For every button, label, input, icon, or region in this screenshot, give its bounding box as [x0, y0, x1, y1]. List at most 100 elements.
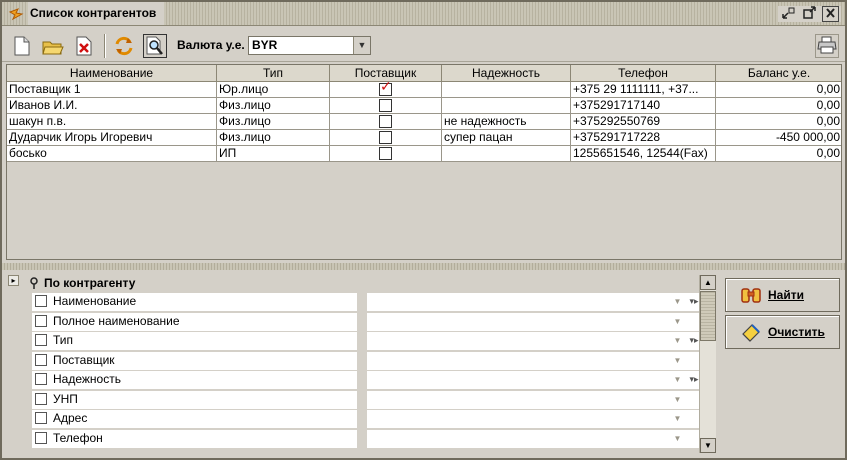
table-row[interactable]: Дударчик Игорь Игоревич Физ.лицо супер пац… — [7, 130, 841, 146]
collapse-toggle-icon[interactable]: ▸ — [8, 275, 19, 286]
table-cell-phone[interactable]: 1255651546, 12544(Fax) — [571, 146, 716, 162]
table-cell-reliability[interactable] — [442, 98, 571, 114]
filter-label-cell: Надежность — [32, 371, 357, 389]
filter-checkbox[interactable] — [35, 431, 47, 444]
table-cell-type[interactable]: Физ.лицо — [217, 114, 330, 130]
table-cell-supplier[interactable] — [330, 130, 442, 146]
table-cell-type[interactable]: Юр.лицо — [217, 82, 330, 98]
table-row[interactable]: босько ИП 1255651546, 12544(Fax) 0,00 — [7, 146, 841, 162]
table-cell-name[interactable]: шакун п.в. — [7, 114, 217, 130]
filter-value-input[interactable] — [367, 332, 703, 350]
column-header-name[interactable]: Наименование — [7, 65, 217, 82]
clear-button[interactable]: Очистить — [725, 315, 840, 349]
filter-value-input[interactable] — [367, 371, 703, 389]
supplier-checkbox[interactable] — [379, 82, 392, 96]
table-cell-name[interactable]: Поставщик 1 — [7, 82, 217, 98]
column-header-balance[interactable]: Баланс у.е. — [716, 65, 841, 82]
table-cell-type[interactable]: ИП — [217, 146, 330, 162]
table-cell-reliability[interactable] — [442, 82, 571, 98]
contractors-window: Список контрагентов Валюта у.е. BYR ▼ На… — [0, 0, 847, 460]
close-icon[interactable] — [822, 6, 839, 22]
new-icon[interactable] — [10, 34, 34, 58]
scroll-down-icon[interactable]: ▼ — [700, 438, 716, 453]
table-cell-balance[interactable]: -450 000,00 — [716, 130, 841, 146]
table-cell-balance[interactable]: 0,00 — [716, 98, 841, 114]
table-cell-phone[interactable]: +375291717228 — [571, 130, 716, 146]
contractors-grid[interactable]: Наименование Тип Поставщик Надежность Те… — [6, 64, 842, 260]
filter-value-input[interactable] — [367, 351, 703, 370]
filter-checkbox[interactable] — [35, 314, 47, 327]
table-cell-reliability[interactable]: не надежность — [442, 114, 571, 130]
table-cell-name[interactable]: Дударчик Игорь Игоревич — [7, 130, 217, 146]
table-cell-name[interactable]: босько — [7, 146, 217, 162]
column-header-type[interactable]: Тип — [217, 65, 330, 82]
filter-panel: ▸ По контрагенту Наименование ▼ ▾▸ Полное н… — [6, 273, 717, 456]
clear-button-label: Очистить — [768, 325, 825, 339]
table-row[interactable]: Поставщик 1Юр.лицо +375 29 1111111, +37..… — [7, 82, 841, 98]
filter-checkbox[interactable] — [35, 373, 47, 385]
panel-splitter[interactable] — [2, 263, 845, 270]
currency-select[interactable]: BYR ▼ — [248, 36, 371, 55]
table-cell-balance[interactable]: 0,00 — [716, 146, 841, 162]
column-header-supplier[interactable]: Поставщик — [330, 65, 442, 82]
table-cell-reliability[interactable] — [442, 146, 571, 162]
supplier-checkbox[interactable] — [379, 99, 392, 112]
print-button[interactable] — [815, 34, 839, 58]
table-cell-supplier[interactable] — [330, 114, 442, 130]
chevron-down-icon[interactable]: ▼ — [670, 430, 685, 447]
filter-checkbox[interactable] — [35, 392, 47, 405]
table-cell-reliability[interactable]: супер пацан — [442, 130, 571, 146]
filter-scrollbar[interactable]: ▲ ▼ — [699, 275, 716, 453]
filter-value-input[interactable] — [367, 410, 703, 428]
open-folder-icon[interactable] — [41, 34, 65, 58]
filter-checkbox[interactable] — [35, 353, 47, 366]
chevron-down-icon[interactable]: ▼ — [670, 410, 685, 427]
filter-label-cell: Полное наименование — [32, 312, 357, 331]
supplier-checkbox[interactable] — [379, 131, 392, 144]
filter-value-input[interactable] — [367, 293, 703, 311]
minimize-icon[interactable] — [780, 6, 797, 22]
table-cell-balance[interactable]: 0,00 — [716, 114, 841, 130]
table-cell-name[interactable]: Иванов И.И. — [7, 98, 217, 114]
chevron-down-icon[interactable]: ▼ — [670, 352, 685, 369]
filter-value-input[interactable] — [367, 390, 703, 409]
filter-value-input[interactable] — [367, 312, 703, 331]
supplier-checkbox[interactable] — [379, 115, 392, 128]
table-cell-type[interactable]: Физ.лицо — [217, 98, 330, 114]
window-title: Список контрагентов — [28, 2, 165, 25]
filter-checkbox[interactable] — [35, 334, 47, 346]
refresh-icon[interactable] — [112, 34, 136, 58]
column-header-reliability[interactable]: Надежность — [442, 65, 571, 82]
filter-label: Тип — [53, 333, 74, 347]
table-cell-type[interactable]: Физ.лицо — [217, 130, 330, 146]
supplier-checkbox[interactable] — [379, 147, 392, 160]
scroll-thumb[interactable] — [700, 291, 716, 341]
chevron-down-icon[interactable]: ▼ — [353, 37, 370, 54]
table-cell-phone[interactable]: +375291717140 — [571, 98, 716, 114]
filter-checkbox[interactable] — [35, 295, 47, 307]
scroll-up-icon[interactable]: ▲ — [700, 275, 716, 290]
table-cell-supplier[interactable] — [330, 82, 442, 98]
table-cell-phone[interactable]: +375 29 1111111, +37... — [571, 82, 716, 98]
chevron-down-icon[interactable]: ▼ — [670, 293, 685, 310]
delete-icon[interactable] — [72, 34, 96, 58]
search-icon[interactable] — [143, 34, 167, 58]
filter-checkbox[interactable] — [35, 412, 47, 424]
table-row[interactable]: Иванов И.И. Физ.лицо +375291717140 0,00 — [7, 98, 841, 114]
table-cell-supplier[interactable] — [330, 98, 442, 114]
printer-icon — [817, 36, 837, 57]
table-cell-phone[interactable]: +375292550769 — [571, 114, 716, 130]
chevron-down-icon[interactable]: ▼ — [670, 391, 685, 408]
chevron-down-icon[interactable]: ▼ — [670, 371, 685, 388]
table-cell-supplier[interactable] — [330, 146, 442, 162]
maximize-icon[interactable] — [801, 6, 818, 22]
filter-label: Телефон — [53, 430, 103, 445]
chevron-down-icon[interactable]: ▼ — [670, 332, 685, 349]
column-header-phone[interactable]: Телефон — [571, 65, 716, 82]
title-bar[interactable]: Список контрагентов — [2, 2, 845, 26]
chevron-down-icon[interactable]: ▼ — [670, 313, 685, 330]
find-button[interactable]: Найти — [725, 278, 840, 312]
filter-value-input[interactable] — [367, 429, 703, 448]
table-row[interactable]: шакун п.в. Физ.лицо не надежность +37529255… — [7, 114, 841, 130]
table-cell-balance[interactable]: 0,00 — [716, 82, 841, 98]
